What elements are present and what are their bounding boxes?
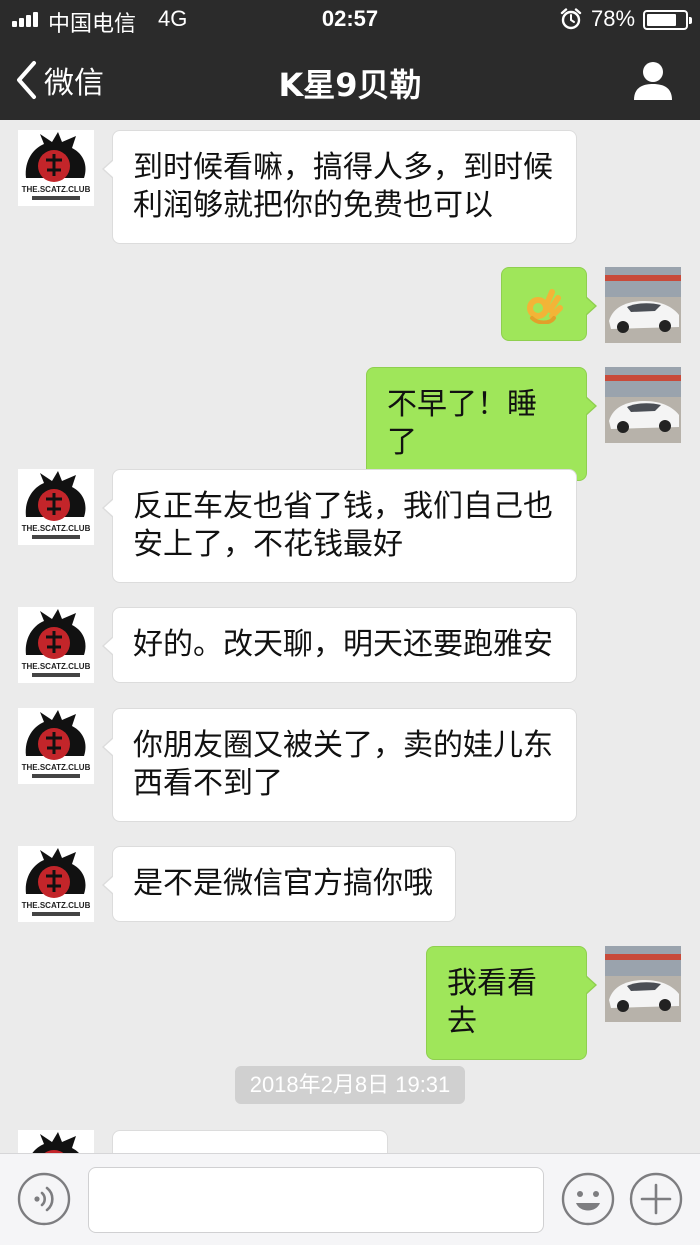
message-text: 反正车友也省了钱，我们自己也 安上了，不花钱最好 [133,489,553,562]
message-bubble-outgoing[interactable]: 不早了！睡了 [366,367,597,481]
club-logo-text: THE.SCATZ.CLUB [22,763,91,772]
ok-hand-emoji-icon [527,289,563,324]
club-logo-icon: THE.SCATZ.CLUB [22,710,91,778]
car-photo-icon [605,267,681,343]
message-bubble-incoming[interactable]: 到时候看嘛，搞得人多，到时候 利润够就把你的免费也可以 [102,130,577,244]
chat-title: K星9贝勒 [278,66,422,104]
club-logo-icon: THE.SCATZ.CLUB [22,609,91,677]
message-bubble-incoming[interactable] [112,1130,388,1153]
message-text: 你朋友圈又被关了，卖的娃儿东 西看不到了 [133,728,553,801]
club-logo-icon [32,1132,79,1153]
message-bubble-incoming[interactable]: 你朋友圈又被关了，卖的娃儿东 西看不到了 [102,708,577,822]
status-bar: 中国电信 4G 02:57 78% [0,0,700,40]
message-bubble-incoming[interactable]: 好的。改天聊，明天还要跑雅安 [102,607,577,683]
message-text: 我看看去 [447,966,537,1039]
timestamp-divider: 2018年2月8日 19:31 [235,1066,465,1104]
message-bubble-incoming[interactable]: 是不是微信官方搞你哦 [102,846,456,922]
car-photo-icon [605,367,681,443]
battery-level [647,14,676,26]
message-text: 到时候看嘛，搞得人多，到时候 利润够就把你的免费也可以 [133,150,553,223]
voice-icon[interactable] [16,1171,72,1227]
club-logo-text: THE.SCATZ.CLUB [22,901,91,910]
nav-bar: 微信 K星9贝勒 [0,40,700,120]
message-input[interactable] [88,1167,544,1233]
club-logo-text: THE.SCATZ.CLUB [22,524,91,533]
my-avatar[interactable] [605,946,681,1022]
battery-icon [643,10,692,30]
contact-avatar[interactable]: THE.SCATZ.CLUB [18,469,94,545]
emoji-icon[interactable] [560,1171,616,1227]
contact-avatar[interactable]: THE.SCATZ.CLUB [18,708,94,784]
contact-avatar[interactable]: THE.SCATZ.CLUB [18,846,94,922]
profile-icon[interactable] [630,58,676,104]
message-bubble-incoming[interactable]: 反正车友也省了钱，我们自己也 安上了，不花钱最好 [102,469,577,583]
battery-percent: 78% [591,6,636,31]
message-text: 好的。改天聊，明天还要跑雅安 [133,627,553,662]
alarm-icon [560,8,582,30]
my-avatar[interactable] [605,267,681,343]
club-logo-icon: THE.SCATZ.CLUB [22,132,91,200]
car-photo-icon [605,946,681,1022]
contact-avatar[interactable] [18,1130,94,1153]
club-logo-text: THE.SCATZ.CLUB [22,185,91,194]
plus-icon[interactable] [628,1171,684,1227]
message-bubble-outgoing[interactable] [501,267,597,341]
club-logo-text: THE.SCATZ.CLUB [22,662,91,671]
message-bubble-outgoing[interactable]: 我看看去 [426,946,597,1060]
contact-avatar[interactable]: THE.SCATZ.CLUB [18,607,94,683]
contact-avatar[interactable]: THE.SCATZ.CLUB [18,130,94,206]
my-avatar[interactable] [605,367,681,443]
club-logo-icon: THE.SCATZ.CLUB [22,471,91,539]
message-list[interactable]: THE.SCATZ.CLUB 到时候看嘛，搞得人多，到时候 利润够就把你的免费也… [0,120,700,1153]
message-text: 不早了！睡了 [387,387,537,460]
input-bar [0,1153,700,1245]
club-logo-icon: THE.SCATZ.CLUB [22,848,91,916]
message-text: 是不是微信官方搞你哦 [133,866,433,901]
